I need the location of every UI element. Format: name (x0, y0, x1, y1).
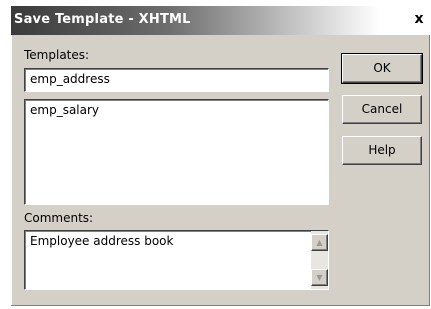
comments-value: Employee address book (30, 234, 174, 248)
list-item[interactable]: emp_salary (30, 103, 99, 117)
ok-button[interactable]: OK (341, 53, 423, 84)
templates-list[interactable]: emp_salary (24, 99, 329, 205)
templates-label: Templates: (24, 48, 90, 62)
scroll-down-arrow-icon[interactable]: ▼ (311, 269, 328, 286)
help-button[interactable]: Help (342, 136, 422, 165)
title-bar[interactable]: Save Template - XHTML x (11, 6, 430, 35)
template-name-value: emp_address (30, 72, 110, 86)
save-template-dialog: Save Template - XHTML x Templates: emp_a… (11, 6, 430, 306)
close-button[interactable]: x (410, 11, 428, 28)
cancel-button[interactable]: Cancel (342, 95, 422, 124)
comments-scrollbar[interactable]: ▲ ▼ (311, 231, 328, 289)
template-name-input[interactable]: emp_address (24, 68, 329, 92)
scroll-up-arrow-icon[interactable]: ▲ (311, 234, 328, 251)
comments-textarea[interactable]: Employee address book ▲ ▼ (24, 230, 329, 290)
comments-label: Comments: (24, 211, 94, 225)
dialog-title: Save Template - XHTML (14, 12, 191, 27)
